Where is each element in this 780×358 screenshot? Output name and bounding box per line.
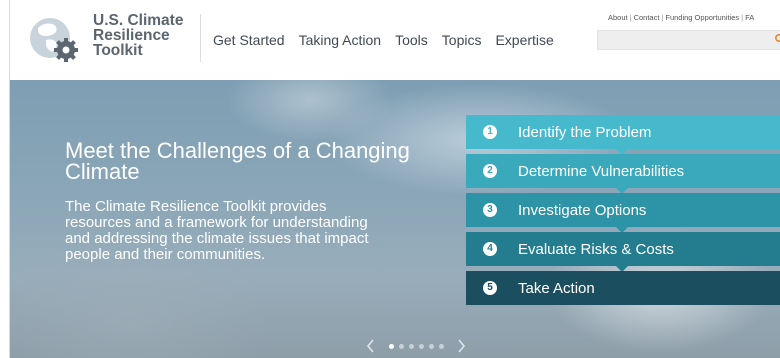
- step-label: Determine Vulnerabilities: [518, 162, 685, 180]
- step-determine-vulnerabilities[interactable]: 2 Determine Vulnerabilities: [466, 154, 780, 194]
- step-identify-problem[interactable]: 1 Identify the Problem: [466, 115, 780, 155]
- step-label: Evaluate Risks & Costs: [518, 240, 674, 258]
- globe-gear-logo-icon: [30, 18, 78, 62]
- util-contact[interactable]: Contact: [634, 13, 660, 22]
- carousel-dots: [386, 343, 446, 349]
- step-number: 5: [483, 281, 497, 295]
- util-faq[interactable]: FA: [745, 13, 754, 22]
- step-number: 1: [483, 125, 497, 139]
- logo-line-2: Resilience: [93, 27, 170, 44]
- nav-get-started[interactable]: Get Started: [213, 32, 285, 48]
- step-number: 4: [483, 242, 497, 256]
- logo-text: U.S. Climate Resilience Toolkit: [93, 12, 184, 59]
- step-number: 3: [483, 203, 497, 217]
- nav-tools[interactable]: Tools: [395, 32, 428, 48]
- nav-expertise[interactable]: Expertise: [495, 32, 553, 48]
- step-take-action[interactable]: 5 Take Action: [466, 271, 780, 305]
- carousel-pager: [364, 338, 468, 354]
- hero-description: The Climate Resilience Toolkit provides …: [65, 198, 369, 263]
- logo-line-3: Toolkit: [93, 42, 143, 59]
- chevron-right-icon[interactable]: [454, 338, 468, 354]
- util-about[interactable]: About: [608, 13, 628, 22]
- util-funding[interactable]: Funding Opportunities: [665, 13, 739, 22]
- header-divider: [200, 14, 201, 62]
- site-header: U.S. Climate Resilience Toolkit Get Star…: [10, 0, 780, 80]
- carousel-dot[interactable]: [428, 343, 434, 349]
- carousel-dot[interactable]: [398, 343, 404, 349]
- util-separator: |: [629, 13, 632, 22]
- carousel-dot[interactable]: [438, 343, 444, 349]
- util-separator: |: [661, 13, 664, 22]
- hero-title: Meet the Challenges of a Changing Climat…: [65, 138, 410, 184]
- page: U.S. Climate Resilience Toolkit Get Star…: [9, 0, 780, 358]
- nav-topics[interactable]: Topics: [442, 32, 482, 48]
- main-nav: Get Started Taking Action Tools Topics E…: [213, 32, 568, 48]
- chevron-left-icon[interactable]: [364, 338, 378, 354]
- steps-list: 1 Identify the Problem 2 Determine Vulne…: [466, 115, 780, 310]
- search-icon[interactable]: [774, 33, 780, 45]
- logo-line-1: U.S. Climate: [93, 12, 184, 29]
- carousel-dot[interactable]: [418, 343, 424, 349]
- step-evaluate-risks[interactable]: 4 Evaluate Risks & Costs: [466, 232, 780, 272]
- step-investigate-options[interactable]: 3 Investigate Options: [466, 193, 780, 233]
- nav-taking-action[interactable]: Taking Action: [299, 32, 382, 48]
- utility-links: About | Contact | Funding Opportunities | FA: [608, 13, 754, 22]
- step-label: Take Action: [518, 279, 595, 297]
- util-separator: |: [741, 13, 744, 22]
- step-label: Identify the Problem: [518, 123, 652, 141]
- search-box: [597, 30, 780, 50]
- hero-banner: Meet the Challenges of a Changing Climat…: [10, 80, 780, 358]
- carousel-dot[interactable]: [388, 343, 394, 349]
- carousel-dot[interactable]: [408, 343, 414, 349]
- step-number: 2: [483, 164, 497, 178]
- site-logo[interactable]: U.S. Climate Resilience Toolkit: [26, 10, 196, 66]
- step-label: Investigate Options: [518, 201, 647, 219]
- search-input[interactable]: [598, 33, 766, 50]
